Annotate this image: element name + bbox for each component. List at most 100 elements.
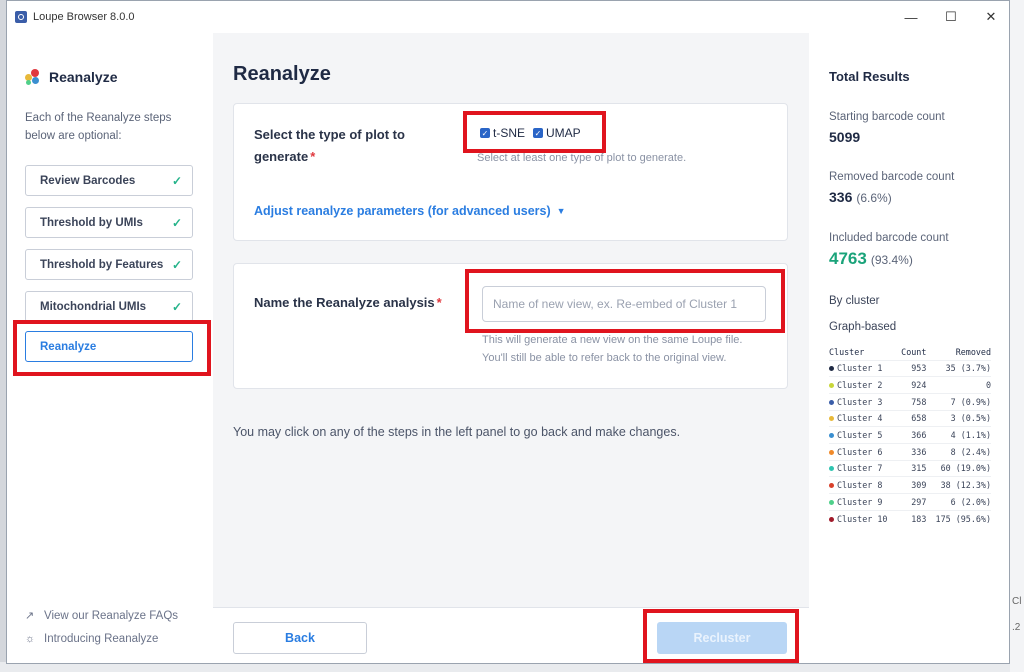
action-footer: Back Recluster: [213, 607, 809, 663]
table-row: Cluster 2 924 0: [829, 376, 991, 394]
by-cluster-label: By cluster: [829, 295, 880, 307]
back-button[interactable]: Back: [233, 622, 367, 654]
table-row: Cluster 5 366 4 (1.1%): [829, 426, 991, 444]
cluster-table: Cluster Count Removed Cluster 1 953 35 (3.…: [829, 345, 991, 527]
cluster-count-cell: 336: [897, 442, 927, 461]
maximize-button[interactable]: ☐: [931, 1, 971, 33]
required-mark: *: [436, 295, 442, 310]
sidebar-title: Reanalyze: [49, 69, 118, 85]
tsne-checkbox[interactable]: ✓ t-SNE: [480, 126, 525, 140]
column-header-count: Count: [901, 347, 927, 358]
app-window: Loupe Browser 8.0.0 — ☐ ✕ Reanalyze Each…: [6, 0, 1010, 664]
cluster-removed-cell: 0: [926, 376, 991, 394]
sidebar: Reanalyze Each of the Reanalyze steps be…: [7, 33, 213, 663]
name-hint-line-2: You'll still be able to refer back to th…: [482, 352, 727, 364]
column-header-cluster: Cluster: [829, 347, 865, 358]
starting-count-label: Starting barcode count: [829, 111, 945, 123]
step-mitochondrial-umis[interactable]: Mitochondrial UMIs ✓: [25, 291, 193, 322]
advanced-parameters-link[interactable]: Adjust reanalyze parameters (for advance…: [254, 204, 566, 218]
close-button[interactable]: ✕: [971, 1, 1009, 33]
window-title: Loupe Browser 8.0.0: [33, 11, 135, 23]
table-row: Cluster 7 315 60 (19.0%): [829, 459, 991, 477]
sidebar-header: Reanalyze: [25, 69, 117, 85]
intro-link[interactable]: ☼ Introducing Reanalyze: [25, 633, 158, 645]
check-icon: ✓: [171, 215, 182, 230]
table-row: Cluster 3 758 7 (0.9%): [829, 392, 991, 411]
cluster-color-dot-icon: [829, 483, 834, 489]
cluster-removed-cell: 60 (19.0%): [926, 459, 991, 477]
cluster-name-cell: Cluster 4: [829, 409, 898, 427]
external-link-icon: ↗: [25, 610, 35, 622]
plot-type-hint: Select at least one type of plot to gene…: [477, 152, 687, 164]
cluster-color-dot-icon: [829, 399, 834, 405]
cluster-name-cell: Cluster 7: [829, 459, 898, 477]
cluster-removed-cell: 7 (0.9%): [926, 392, 991, 411]
included-percentage: (93.4%): [870, 253, 913, 267]
cluster-color-dot-icon: [829, 383, 834, 389]
cluster-count-cell: 309: [897, 476, 927, 494]
faq-link[interactable]: ↗ View our Reanalyze FAQs: [25, 609, 178, 623]
minimize-button[interactable]: —: [891, 1, 931, 33]
cluster-color-dot-icon: [829, 516, 834, 522]
table-row: Cluster 10 183 175 (95.6%): [829, 509, 991, 527]
cluster-name-cell: Cluster 8: [829, 476, 898, 494]
cluster-table-body: Cluster 1 953 35 (3.7%) Cluster 2 924 0 Cluste…: [829, 359, 991, 527]
tsne-label: t-SNE: [493, 126, 526, 140]
step-threshold-umis[interactable]: Threshold by UMIs ✓: [25, 207, 193, 238]
analysis-name-input[interactable]: [482, 286, 766, 322]
cluster-removed-cell: 8 (2.4%): [926, 442, 991, 461]
cluster-removed-cell: 175 (95.6%): [926, 509, 991, 527]
plot-type-options: ✓ t-SNE ✓ UMAP: [480, 126, 589, 140]
table-row: Cluster 8 309 38 (12.3%): [829, 476, 991, 494]
cluster-count-cell: 953: [897, 359, 927, 377]
app-icon: [15, 11, 27, 23]
cluster-count-cell: 315: [897, 459, 927, 477]
cluster-removed-cell: 38 (12.3%): [926, 476, 991, 494]
plot-type-label: Select the type of plot to generate *: [254, 127, 405, 164]
cluster-removed-cell: 3 (0.5%): [926, 409, 991, 427]
name-field-label: Name the Reanalyze analysis *: [254, 295, 442, 310]
cluster-color-dot-icon: [829, 366, 834, 372]
table-header-row: Cluster Count Removed: [829, 345, 991, 360]
results-title: Total Results: [829, 69, 910, 84]
cluster-name-cell: Cluster 1: [829, 359, 898, 377]
umap-checkbox[interactable]: ✓ UMAP: [533, 126, 581, 140]
cluster-count-cell: 924: [897, 376, 927, 394]
main-panel: Reanalyze Select the type of plot to gen…: [213, 33, 809, 663]
step-reanalyze[interactable]: Reanalyze: [25, 331, 193, 362]
step-label: Mitochondrial UMIs: [40, 300, 147, 313]
window-controls: — ☐ ✕: [891, 1, 1009, 33]
background-window-edge: [1010, 0, 1024, 672]
cluster-count-cell: 758: [897, 392, 927, 411]
check-icon: ✓: [171, 257, 182, 272]
background-text: .2: [1012, 622, 1021, 633]
name-analysis-card: Name the Reanalyze analysis* This will g…: [233, 263, 788, 389]
cluster-name-cell: Cluster 6: [829, 442, 898, 461]
page-title: Reanalyze: [233, 63, 331, 85]
check-icon: ✓: [171, 299, 182, 314]
cluster-count-cell: 366: [897, 426, 927, 444]
column-header-removed: Removed: [955, 347, 991, 358]
checkbox-checked-icon: ✓: [533, 128, 544, 138]
results-panel: Total Results Starting barcode count 509…: [809, 33, 1009, 663]
cluster-name-cell: Cluster 5: [829, 426, 898, 444]
table-row: Cluster 4 658 3 (0.5%): [829, 409, 991, 427]
step-label: Reanalyze: [40, 340, 97, 353]
cluster-count-cell: 658: [897, 409, 927, 427]
umap-label: UMAP: [546, 126, 581, 140]
clustering-label: Graph-based: [829, 321, 897, 333]
lightbulb-icon: ☼: [25, 633, 36, 645]
included-count-label: Included barcode count: [829, 232, 949, 244]
step-label: Review Barcodes: [40, 174, 136, 187]
cluster-color-dot-icon: [829, 499, 834, 505]
checkbox-checked-icon: ✓: [480, 128, 490, 138]
step-review-barcodes[interactable]: Review Barcodes ✓: [25, 165, 193, 196]
intro-link-label: Introducing Reanalyze: [44, 633, 159, 645]
step-threshold-features[interactable]: Threshold by Features ✓: [25, 249, 193, 280]
recluster-button[interactable]: Recluster: [657, 622, 787, 654]
cluster-color-dot-icon: [829, 433, 834, 439]
background-text: Cl: [1012, 596, 1022, 607]
cluster-removed-cell: 4 (1.1%): [926, 426, 991, 444]
cluster-removed-cell: 35 (3.7%): [926, 359, 991, 377]
name-hint-line-1: This will generate a new view on the sam…: [482, 334, 743, 346]
